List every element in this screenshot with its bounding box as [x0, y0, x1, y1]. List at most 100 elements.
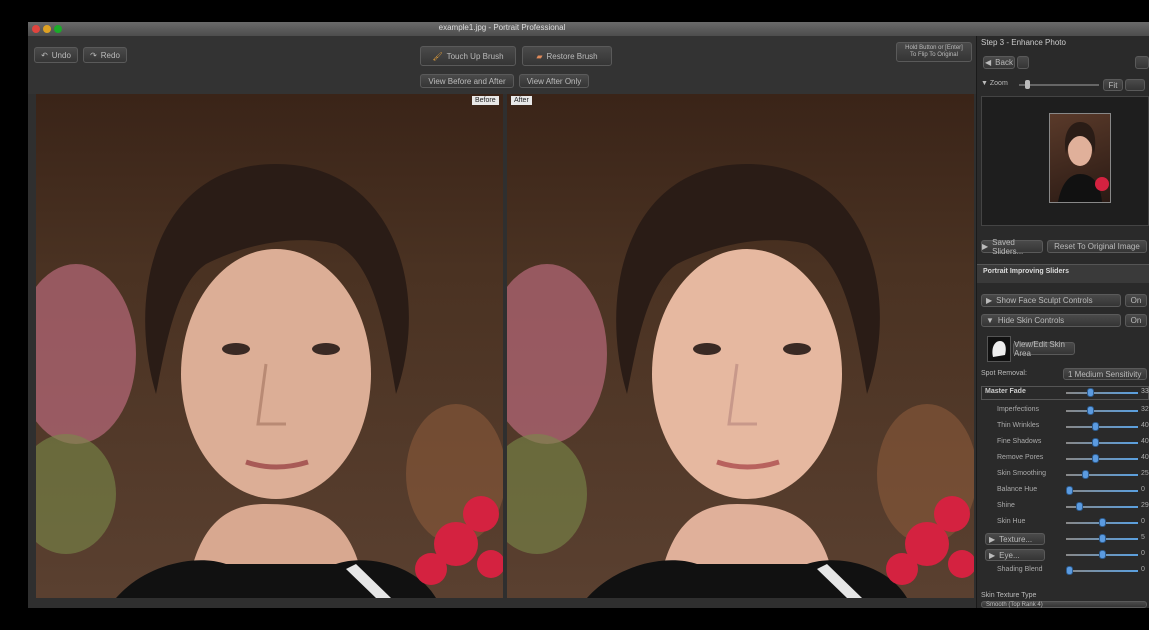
slider-row: Fine Shadows 40 — [981, 436, 1149, 450]
spot-removal-select[interactable]: 1 Medium Sensitivity — [1063, 368, 1147, 380]
slider-row: Skin Smoothing 25 — [981, 468, 1149, 482]
back-label: Back — [995, 58, 1013, 67]
slider-row: Thin Wrinkles 40 — [981, 420, 1149, 434]
slider-expand-button[interactable]: ▶ Texture... — [985, 533, 1045, 545]
title-bar: example1.jpg - Portrait Professional — [28, 22, 1149, 37]
slider-knob[interactable] — [1092, 422, 1099, 431]
slider-knob[interactable] — [1087, 406, 1094, 415]
window-title: example1.jpg - Portrait Professional — [438, 23, 566, 32]
brush-icon: 🖌 — [432, 51, 443, 61]
back-button[interactable]: ◀ Back — [983, 56, 1015, 69]
enhance-panel: Step 3 - Enhance Photo ◀ Back ▼ Zoom Fit… — [976, 36, 1149, 608]
expand-icon: ▶ — [989, 534, 996, 544]
view-after-only-button[interactable]: View After Only — [519, 74, 589, 88]
slider-knob[interactable] — [1099, 518, 1106, 527]
slider-knob[interactable] — [1082, 470, 1089, 479]
slider-row: Balance Hue 0 — [981, 484, 1149, 498]
slider-label: Shading Blend — [997, 566, 1043, 573]
skin-texture-type-select[interactable]: Smooth (Top Rank 4) — [981, 601, 1147, 608]
eraser-icon: ▰ — [536, 51, 543, 61]
hide-skin-controls-button[interactable]: ▼ Hide Skin Controls — [981, 314, 1121, 327]
back-arrow-icon: ◀ — [985, 58, 992, 67]
navigator-thumbnail[interactable] — [1049, 113, 1111, 203]
before-portrait-image — [36, 94, 503, 598]
expand-icon: ▶ — [989, 550, 996, 560]
slider-row: Shine 29 — [981, 500, 1149, 514]
face-on-toggle[interactable]: On — [1125, 294, 1147, 307]
slider-track[interactable] — [1066, 474, 1138, 476]
slider-label: Skin Smoothing — [997, 470, 1047, 477]
after-photo[interactable]: After — [507, 94, 974, 598]
restore-brush-button[interactable]: ▰ Restore Brush — [522, 46, 612, 66]
restore-label: Restore Brush — [546, 51, 598, 61]
slider-knob[interactable] — [1066, 486, 1073, 495]
slider-value: 5 — [1141, 534, 1145, 541]
slider-row: Imperfections 32 — [981, 404, 1149, 418]
slider-label: Fine Shadows — [997, 438, 1042, 445]
slider-label: Imperfections — [997, 406, 1040, 413]
fit-button[interactable]: Fit — [1103, 79, 1123, 91]
skin-on-toggle[interactable]: On — [1125, 314, 1147, 327]
sliders-section-title: Portrait Improving Sliders — [983, 268, 1069, 275]
slider-label: Balance Hue — [997, 486, 1038, 493]
slider-track[interactable] — [1066, 458, 1138, 460]
slider-value: 0 — [1141, 486, 1145, 493]
zoom-slider-knob[interactable] — [1025, 80, 1030, 89]
reset-original-button[interactable]: Reset To Original Image — [1047, 240, 1147, 253]
master-fade-knob[interactable] — [1087, 388, 1094, 397]
slider-track[interactable] — [1066, 442, 1138, 444]
step-title: Step 3 - Enhance Photo — [981, 38, 1066, 47]
master-fade-track[interactable] — [1066, 392, 1138, 394]
back-menu-button[interactable] — [1017, 56, 1029, 69]
slider-knob[interactable] — [1092, 438, 1099, 447]
slider-track[interactable] — [1066, 570, 1138, 572]
slider-knob[interactable] — [1076, 502, 1083, 511]
slider-label: Skin Hue — [997, 518, 1026, 525]
slider-track[interactable] — [1066, 426, 1138, 428]
slider-track[interactable] — [1066, 410, 1138, 412]
saved-sliders-label: Saved Sliders... — [992, 237, 1024, 256]
after-label: After — [511, 96, 532, 105]
slider-row: ▶ Eye... 0 — [981, 548, 1149, 562]
zoom-section[interactable]: ▼ Zoom — [981, 80, 1008, 87]
slider-knob[interactable] — [1092, 454, 1099, 463]
spot-removal-label: Spot Removal: — [981, 370, 1027, 377]
before-photo[interactable]: Before — [36, 94, 503, 598]
master-fade-value: 33 — [1141, 388, 1149, 395]
master-fade-label: Master Fade — [985, 388, 1026, 395]
hint-line-2: To Flip To Original — [910, 52, 958, 58]
slider-knob[interactable] — [1099, 550, 1106, 559]
slider-row: Skin Hue 0 — [981, 516, 1149, 530]
expand-icon: ▶ — [986, 296, 993, 305]
slider-value: 0 — [1141, 518, 1145, 525]
zoom-slider[interactable] — [1019, 84, 1099, 86]
view-before-after-button[interactable]: View Before and After — [420, 74, 514, 88]
slider-track[interactable] — [1066, 490, 1138, 492]
slider-knob[interactable] — [1099, 534, 1106, 543]
toolbar: ↶ Undo ↷ Redo 🖌 Touch Up Brush ▰ Restore… — [28, 36, 976, 94]
undo-button[interactable]: ↶ Undo — [34, 47, 78, 63]
redo-button[interactable]: ↷ Redo — [83, 47, 127, 63]
skin-area-icon[interactable] — [987, 336, 1011, 362]
redo-label: Redo — [100, 50, 120, 60]
slider-label: Eye... — [999, 550, 1020, 560]
zoom-out-button[interactable] — [1125, 79, 1145, 91]
hint-line-1: Hold Button or [Enter] — [905, 45, 963, 51]
touch-up-brush-button[interactable]: 🖌 Touch Up Brush — [420, 46, 516, 66]
after-portrait-image — [507, 94, 974, 598]
saved-sliders-button[interactable]: ▶ Saved Sliders... — [981, 237, 1043, 256]
skin-texture-type-label: Skin Texture Type — [981, 592, 1037, 599]
before-label: Before — [472, 96, 499, 105]
zoom-toggle-icon: ▼ — [981, 80, 988, 87]
redo-icon: ↷ — [90, 50, 97, 60]
view-skin-area-button[interactable]: View/Edit Skin Area — [1013, 340, 1075, 358]
flip-original-hint[interactable]: Hold Button or [Enter] To Flip To Origin… — [896, 42, 972, 62]
slider-knob[interactable] — [1066, 566, 1073, 575]
next-button[interactable] — [1135, 56, 1149, 69]
thumbnail-portrait — [1058, 122, 1109, 202]
slider-value: 40 — [1141, 422, 1149, 429]
show-face-sculpt-button[interactable]: ▶ Show Face Sculpt Controls — [981, 294, 1121, 307]
undo-label: Undo — [51, 50, 71, 60]
play-icon: ▶ — [982, 242, 989, 251]
slider-expand-button[interactable]: ▶ Eye... — [985, 549, 1045, 561]
